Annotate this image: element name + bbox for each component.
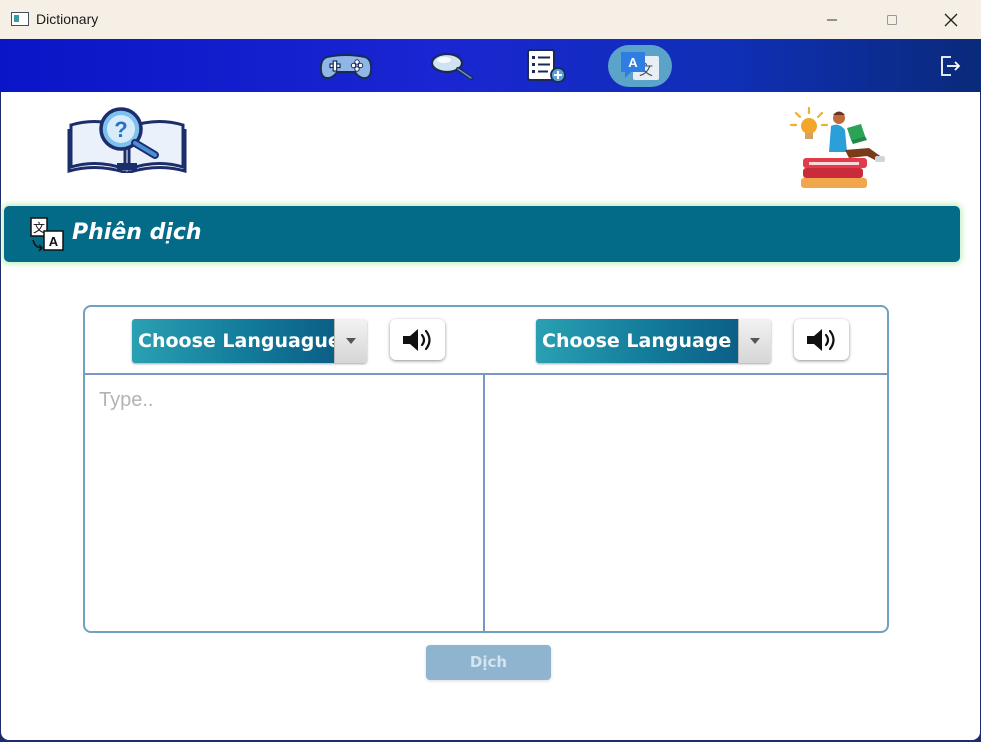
- main-content: ? 文 A Phiên dịch Choose Languague Choose…: [1, 92, 980, 740]
- nav-word-list-button[interactable]: [516, 45, 580, 87]
- source-language-label: Choose Languague: [132, 319, 334, 363]
- logout-icon: [941, 56, 961, 76]
- speak-target-button[interactable]: [794, 319, 849, 360]
- maximize-icon: [887, 14, 897, 25]
- translate-button[interactable]: Dịch: [426, 645, 551, 680]
- svg-text:?: ?: [114, 117, 127, 142]
- chevron-down-icon[interactable]: [334, 319, 367, 363]
- translator-panel: Choose Languague Choose Language: [83, 305, 889, 633]
- minimize-icon: [827, 19, 837, 20]
- speak-source-button[interactable]: [390, 319, 445, 360]
- translate-icon: 文 A: [30, 217, 64, 252]
- window-title: Dictionary: [36, 11, 99, 27]
- nav-translate-button[interactable]: 文 A: [608, 45, 672, 87]
- svg-text:A: A: [628, 55, 638, 70]
- source-text-area: [85, 375, 485, 631]
- nav-game-button[interactable]: [314, 45, 378, 87]
- section-title: Phiên dịch: [72, 220, 202, 245]
- section-header: 文 A Phiên dịch: [4, 206, 960, 262]
- language-bar: Choose Languague Choose Language: [85, 307, 887, 375]
- gamepad-icon: [319, 54, 373, 80]
- maximize-button[interactable]: [863, 0, 921, 39]
- speaker-icon: [806, 328, 835, 351]
- source-text-input[interactable]: [85, 375, 483, 631]
- svg-text:A: A: [49, 234, 59, 249]
- list-add-icon: [527, 49, 566, 83]
- dictionary-logo-icon: ?: [67, 107, 187, 173]
- title-bar: Dictionary: [0, 0, 981, 39]
- speaker-icon: [402, 328, 431, 351]
- nav-bar: 文 A: [0, 39, 981, 92]
- minimize-button[interactable]: [803, 0, 861, 39]
- magnifier-icon: [430, 52, 473, 80]
- app-icon: [11, 12, 29, 26]
- chevron-down-icon[interactable]: [738, 319, 771, 363]
- close-button[interactable]: [922, 0, 980, 39]
- close-icon: [944, 13, 958, 26]
- translate-icon: 文 A: [621, 52, 659, 80]
- target-language-label: Choose Language: [536, 319, 738, 363]
- logout-button[interactable]: [930, 45, 970, 87]
- target-language-dropdown[interactable]: Choose Language: [536, 319, 771, 363]
- reading-student-illustration: [789, 106, 885, 188]
- nav-search-button[interactable]: [420, 45, 484, 87]
- svg-text:文: 文: [33, 220, 45, 235]
- target-text-output: [487, 375, 887, 631]
- source-language-dropdown[interactable]: Choose Languague: [132, 319, 367, 363]
